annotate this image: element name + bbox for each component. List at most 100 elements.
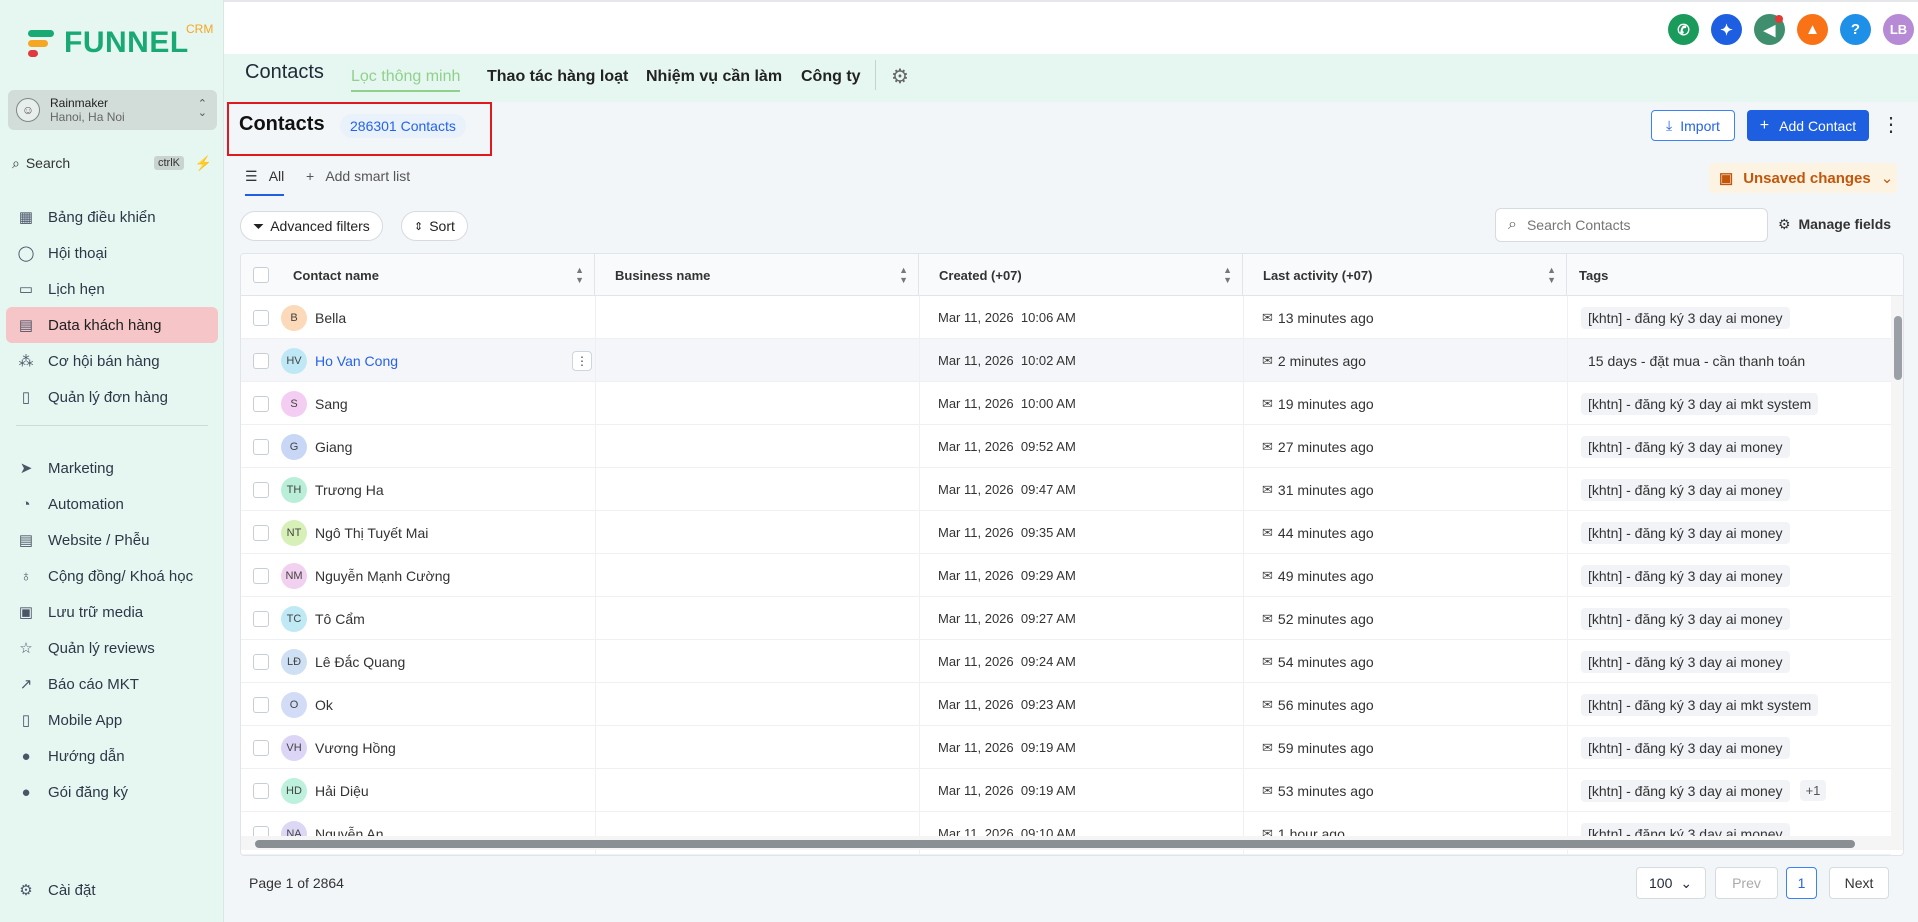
help-icon[interactable]: ? [1840,14,1871,45]
vertical-scrollbar[interactable] [1891,296,1903,836]
contact-name-cell[interactable]: S Sang [281,382,348,425]
sidebar-item-pipeline[interactable]: ⁂ Cơ hội bán hàng [6,343,218,379]
user-avatar[interactable]: LB [1883,14,1914,45]
add-contact-button[interactable]: + Add Contact [1747,110,1869,141]
contact-name[interactable]: Ngô Thị Tuyết Mai [315,525,428,541]
contact-name-cell[interactable]: G Giang [281,425,352,468]
tag-chip[interactable]: [khtn] - đăng ký 3 day ai money [1581,521,1790,544]
tab-smart-filter[interactable]: Lọc thông minh [351,68,461,92]
contact-name-cell[interactable]: NT Ngô Thị Tuyết Mai [281,511,428,554]
prev-page-button[interactable]: Prev [1715,867,1778,899]
row-checkbox[interactable] [253,524,269,541]
megaphone-icon[interactable]: ◀ [1754,14,1785,45]
sidebar-item-website[interactable]: ▤ Website / Phễu [6,522,218,558]
contact-name-cell[interactable]: VH Vương Hồng [281,726,396,769]
tag-chip[interactable]: [khtn] - đăng ký 3 day ai money [1581,736,1790,759]
table-row[interactable]: B Bella Mar 11, 2026 10:06 AM ✉ 13 minutes a… [241,296,1891,339]
search-contacts-input[interactable] [1526,217,1747,233]
select-all-checkbox[interactable] [253,267,269,283]
contact-name[interactable]: Lê Đắc Quang [315,654,405,670]
row-checkbox[interactable] [253,782,269,799]
row-checkbox[interactable] [253,739,269,756]
contact-name-cell[interactable]: HD Hải Diệu [281,769,369,812]
contact-name[interactable]: Nguyễn Mạnh Cường [315,568,450,584]
col-business-name[interactable]: Business name ▲ ▼ [595,254,919,296]
tag-chip[interactable]: [khtn] - đăng ký 3 day ai money [1581,435,1790,458]
unsaved-changes-dropdown[interactable]: ▣ Unsaved changes ⌄ [1709,163,1897,193]
tag-chip[interactable]: 15 days - đặt mua - cần thanh toán [1581,350,1812,372]
more-tags-badge[interactable]: +1 [1799,780,1827,801]
contact-name[interactable]: Sang [315,396,348,412]
tag-chip[interactable]: [khtn] - đăng ký 3 day ai money [1581,564,1790,587]
sidebar-item-check-circle[interactable]: ● Gói đăng ký [6,774,218,810]
row-checkbox[interactable] [253,481,269,498]
tag-chip[interactable]: [khtn] - đăng ký 3 day ai money [1581,607,1790,630]
sidebar-item-chat[interactable]: ◯ Hội thoại [6,235,218,271]
row-checkbox[interactable] [253,653,269,670]
gear-icon[interactable]: ⚙ [891,64,909,89]
tag-chip[interactable]: [khtn] - đăng ký 3 day ai money [1581,478,1790,501]
page-size-select[interactable]: 100 ⌄ [1636,867,1706,899]
scroll-thumb[interactable] [1894,316,1902,380]
import-button[interactable]: ⤓ Import [1651,110,1735,141]
horizontal-scrollbar[interactable] [241,836,1903,850]
tag-chip[interactable]: [khtn] - đăng ký 3 day ai mkt system [1581,392,1819,415]
col-created[interactable]: Created (+07) ▲ ▼ [919,254,1243,296]
sidebar-item-orders[interactable]: ▯ Quản lý đơn hàng [6,379,218,415]
tag-chip[interactable]: [khtn] - đăng ký 3 day ai money [1581,779,1790,802]
sidebar-item-mobile[interactable]: ▯ Mobile App [6,702,218,738]
row-checkbox[interactable] [253,309,269,326]
workspace-switcher[interactable]: ☺ Rainmaker Hanoi, Ha Noi ⌃ ⌄ [8,90,217,130]
sidebar-item-trend[interactable]: ↗ Báo cáo MKT [6,666,218,702]
row-checkbox[interactable] [253,610,269,627]
sidebar-item-help-circle[interactable]: ● Hướng dẫn [6,738,218,774]
tab-companies[interactable]: Công ty [801,68,861,86]
bolt-icon[interactable]: ⚡ [195,155,212,172]
col-tags[interactable]: Tags [1567,254,1903,296]
tag-chip[interactable]: [khtn] - đăng ký 3 day ai mkt system [1581,693,1819,716]
more-options-icon[interactable]: ⋮ [1880,112,1902,138]
contact-name[interactable]: Tô Cẩm [315,611,365,627]
sidebar-item-image[interactable]: ▣ Lưu trữ media [6,594,218,630]
sidebar-item-settings[interactable]: ⚙ Cài đặt [6,872,218,908]
row-checkbox[interactable] [253,352,269,369]
table-row[interactable]: G Giang Mar 11, 2026 09:52 AM ✉ 27 minutes a… [241,425,1891,468]
smart-list-all[interactable]: ☰ All [245,168,285,196]
sidebar-item-dashboard[interactable]: ▦ Bảng điều khiển [6,199,218,235]
row-checkbox[interactable] [253,395,269,412]
advanced-filters-button[interactable]: ⏷ Advanced filters [240,211,383,241]
current-page-button[interactable]: 1 [1786,867,1817,899]
contact-name[interactable]: Trương Ha [315,482,384,498]
sort-button[interactable]: ⇕ Sort [401,211,468,241]
sidebar-item-send[interactable]: ➤ Marketing [6,450,218,486]
sidebar-item-award[interactable]: ♁ Cộng đồng/ Khoá học [6,558,218,594]
contact-name-cell[interactable]: O Ok [281,683,333,726]
table-row[interactable]: O Ok Mar 11, 2026 09:23 AM ✉ 56 minutes ago [… [241,683,1891,726]
scroll-thumb[interactable] [255,840,1855,848]
manage-fields-button[interactable]: ⚙ Manage fields [1778,216,1891,233]
brand-logo[interactable]: FUNNEL CRM [26,22,213,60]
add-smart-list[interactable]: + Add smart list [306,168,410,184]
table-row[interactable]: TC Tô Cẩm Mar 11, 2026 09:27 AM ✉ 52 minutes… [241,597,1891,640]
phone-icon[interactable]: ✆ [1668,14,1699,45]
sidebar-item-automation[interactable]: ◔ Automation [6,486,218,522]
tag-chip[interactable]: [khtn] - đăng ký 3 day ai money [1581,306,1790,329]
sidebar-item-contacts-book[interactable]: ▤ Data khách hàng [6,307,218,343]
col-last-activity[interactable]: Last activity (+07) ▲ ▼ [1243,254,1567,296]
row-menu-icon[interactable]: ⋮ [572,351,592,371]
contact-name-cell[interactable]: LĐ Lê Đắc Quang [281,640,405,683]
contact-name-cell[interactable]: NM Nguyễn Mạnh Cường [281,554,450,597]
col-contact-name[interactable]: Contact name ▲ ▼ [271,254,595,296]
row-checkbox[interactable] [253,696,269,713]
contact-name[interactable]: Ho Van Cong [315,353,398,369]
tab-tasks[interactable]: Nhiệm vụ cần làm [646,68,782,86]
contact-name[interactable]: Vương Hồng [315,740,396,756]
tab-bulk-actions[interactable]: Thao tác hàng loạt [487,68,628,86]
table-row[interactable]: S Sang Mar 11, 2026 10:00 AM ✉ 19 minutes ag… [241,382,1891,425]
contact-name-cell[interactable]: TH Trương Ha [281,468,384,511]
bell-icon[interactable]: ▲ [1797,14,1828,45]
contact-name-cell[interactable]: B Bella [281,296,346,339]
contact-name[interactable]: Ok [315,697,333,713]
table-row[interactable]: HD Hải Diệu Mar 11, 2026 09:19 AM ✉ 53 minut… [241,769,1891,812]
ai-sparkle-icon[interactable]: ✦ [1711,14,1742,45]
